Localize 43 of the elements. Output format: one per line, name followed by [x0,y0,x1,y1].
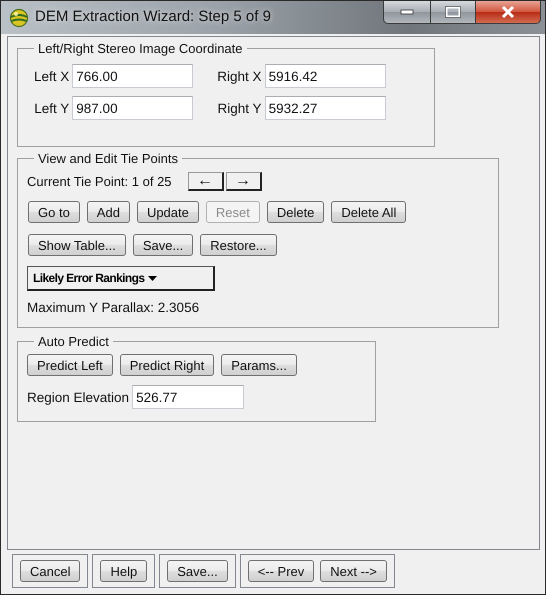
field-label: Right X [217,68,262,84]
parallax-readout: Maximum Y Parallax: 2.3056 [27,300,200,315]
footer-button[interactable]: Help [100,560,148,582]
field-label: Left X [34,68,70,84]
previous-point-button[interactable]: ← [188,172,224,191]
field-label: Left Y [34,100,70,116]
action-button[interactable]: Restore... [200,234,277,256]
minimize-button[interactable] [383,1,431,24]
window-title: DEM Extraction Wizard: Step 5 of 9 [35,8,271,25]
next-point-button[interactable]: → [226,172,262,191]
group-title: Left/Right Stereo Image Coordinate [37,41,244,56]
close-button[interactable] [476,1,541,24]
action-button[interactable]: Params... [221,354,297,376]
footer-button[interactable]: <-- Prev [248,560,314,582]
input-field[interactable]: 987.00 [72,96,194,120]
action-button[interactable]: Predict Right [120,354,214,376]
action-button[interactable]: Add [86,201,130,223]
action-button[interactable]: Show Table... [28,234,126,256]
input-field[interactable]: 526.77 [132,385,244,409]
field-label: Region Elevation [27,390,130,404]
tie-point-counter: Current Tie Point: 1 of 25 [27,174,172,189]
footer-button[interactable]: Save... [167,560,228,582]
action-button[interactable]: Update [136,201,199,223]
input-field[interactable]: 766.00 [72,64,194,88]
field-label: Right Y [218,100,262,116]
action-button[interactable]: Delete [266,201,324,223]
globe-icon [9,8,29,28]
maximize-button[interactable] [431,1,476,24]
input-field[interactable]: 5916.42 [264,64,386,88]
input-field[interactable]: 5932.27 [264,96,386,120]
close-icon [500,5,516,19]
rankings-dropdown[interactable]: Likely Error Rankings [27,266,215,291]
footer-button[interactable]: Next --> [320,560,387,582]
action-button[interactable]: Go to [28,201,80,223]
action-button[interactable]: Delete All [331,201,406,223]
caret-icon [148,276,158,280]
action-button[interactable]: Save... [132,234,194,256]
action-button[interactable]: Predict Left [27,354,113,376]
maximize-icon [445,6,461,18]
minimize-icon [400,9,414,15]
group-title: View and Edit Tie Points [37,151,179,166]
group-title: Auto Predict [37,334,110,349]
footer-button[interactable]: Cancel [20,560,80,582]
